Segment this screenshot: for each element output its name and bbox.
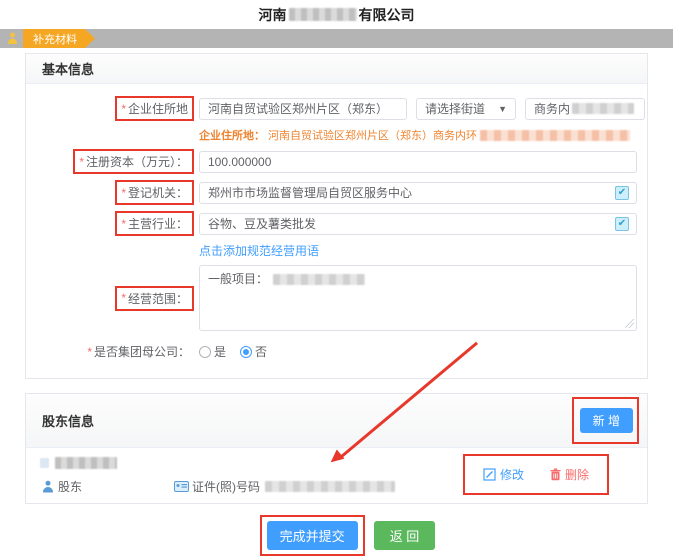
required-mark: * xyxy=(79,155,84,169)
footer-actions: 完成并提交 返 回 xyxy=(47,515,648,556)
add-shareholder-button[interactable]: 新 增 xyxy=(580,408,633,433)
tab-supplementary-materials[interactable]: 补充材料 xyxy=(23,29,95,48)
scope-row: * 经营范围： 一般项目： xyxy=(26,265,639,331)
required-mark: * xyxy=(87,345,92,359)
person-icon xyxy=(7,32,18,45)
industry-label: 主营行业： xyxy=(128,215,188,232)
annotation-box-authority: * 登记机关： xyxy=(115,180,194,205)
picker-check-icon[interactable]: ✔ xyxy=(615,186,629,200)
shareholder-panel: 股东信息 新 增 股东 证件(照)号码 xyxy=(25,393,648,504)
capital-value: 100.000000 xyxy=(208,155,271,169)
scope-textarea[interactable]: 一般项目： xyxy=(199,265,637,331)
scope-label: 经营范围： xyxy=(128,290,188,307)
group-label-box: * 是否集团母公司： xyxy=(83,341,194,362)
residence-address-prefix: 商务内 xyxy=(534,100,570,117)
redacted-company-name xyxy=(289,8,357,21)
trash-icon xyxy=(550,468,561,481)
residence-district-input[interactable]: 河南自贸试验区郑州片区（郑东） xyxy=(199,98,407,120)
annotation-box-scope: * 经营范围： xyxy=(115,286,194,311)
basic-info-title: 基本信息 xyxy=(42,59,94,78)
shareholder-row: 股东 证件(照)号码 修改 删除 xyxy=(26,448,647,503)
street-select[interactable]: 请选择街道 ▼ xyxy=(416,98,516,120)
submit-button[interactable]: 完成并提交 xyxy=(267,521,358,550)
industry-row: * 主营行业： 谷物、豆及薯类批发 ✔ xyxy=(26,211,639,236)
radio-yes-circle[interactable] xyxy=(199,346,211,358)
chevron-down-icon: ▼ xyxy=(498,104,507,114)
street-select-value: 请选择街道 xyxy=(425,100,485,117)
group-row: * 是否集团母公司： 是 否 xyxy=(26,341,639,362)
add-terms-link[interactable]: 点击添加规范经营用语 xyxy=(199,244,319,258)
annotation-box-industry: * 主营行业： xyxy=(115,211,194,236)
residence-helper-text: 企业住所地： 河南自贸试验区郑州片区（郑东）商务内环 xyxy=(199,127,639,143)
page-title-suffix: 有限公司 xyxy=(359,5,415,25)
group-label: 是否集团母公司： xyxy=(94,343,190,360)
residence-helper-label: 企业住所地： xyxy=(199,127,265,143)
authority-input[interactable]: 郑州市市场监督管理局自贸区服务中心 ✔ xyxy=(199,182,637,204)
basic-info-panel: 基本信息 * 企业住所地 河南自贸试验区郑州片区（郑东） 请选择街道 xyxy=(25,53,648,379)
annotation-box-residence: * 企业住所地 xyxy=(115,96,194,121)
redacted-mini-icon xyxy=(40,458,49,468)
delete-label: 删除 xyxy=(565,466,589,483)
required-mark: * xyxy=(121,102,126,116)
tab-label: 补充材料 xyxy=(33,31,77,47)
required-mark: * xyxy=(121,217,126,231)
capital-row: * 注册资本（万元）： 100.000000 xyxy=(26,149,639,174)
radio-no-circle[interactable] xyxy=(240,346,252,358)
redacted-cert-number xyxy=(265,481,395,492)
add-terms-line: 点击添加规范经营用语 xyxy=(199,242,639,259)
capital-label: 注册资本（万元）： xyxy=(86,153,188,170)
residence-helper-value: 河南自贸试验区郑州片区（郑东）商务内环 xyxy=(268,127,477,143)
basic-info-header: 基本信息 xyxy=(26,54,647,84)
shareholder-role: 股东 xyxy=(42,478,82,495)
residence-label: 企业住所地 xyxy=(128,100,188,117)
authority-value: 郑州市市场监督管理局自贸区服务中心 xyxy=(208,184,412,201)
redacted-shareholder-name xyxy=(55,457,117,469)
capital-input[interactable]: 100.000000 xyxy=(199,151,637,173)
radio-yes[interactable]: 是 xyxy=(199,343,226,360)
residence-district-value: 河南自贸试验区郑州片区（郑东） xyxy=(208,100,388,117)
redacted-scope xyxy=(273,274,365,285)
breadcrumb-bar: 补充材料 xyxy=(0,29,673,48)
page-title: 河南 有限公司 xyxy=(259,5,415,25)
basic-info-form: * 企业住所地 河南自贸试验区郑州片区（郑东） 请选择街道 ▼ 商务内 xyxy=(26,84,647,378)
required-mark: * xyxy=(121,291,126,305)
edit-pencil-icon xyxy=(483,468,496,481)
shareholder-role-label: 股东 xyxy=(58,478,82,495)
redacted-address xyxy=(572,103,634,114)
shareholder-person-icon xyxy=(42,480,54,493)
id-card-icon xyxy=(174,481,189,492)
scope-value-prefix: 一般项目： xyxy=(208,272,268,286)
shareholder-header: 股东信息 新 增 xyxy=(26,394,647,448)
shareholder-title: 股东信息 xyxy=(42,411,94,430)
back-button[interactable]: 返 回 xyxy=(374,521,436,550)
authority-label: 登记机关： xyxy=(128,184,188,201)
shareholder-cert: 证件(照)号码 xyxy=(174,478,395,495)
page-title-prefix: 河南 xyxy=(259,5,287,25)
annotation-box-actions: 修改 删除 xyxy=(463,454,609,495)
radio-no[interactable]: 否 xyxy=(240,343,267,360)
group-radio-group: 是 否 xyxy=(199,343,267,360)
residence-address-input[interactable]: 商务内 xyxy=(525,98,645,120)
picker-check-icon[interactable]: ✔ xyxy=(615,217,629,231)
edit-label: 修改 xyxy=(500,466,524,483)
industry-value: 谷物、豆及薯类批发 xyxy=(208,215,316,232)
shareholder-info-row: 股东 证件(照)号码 xyxy=(40,478,463,495)
industry-input[interactable]: 谷物、豆及薯类批发 ✔ xyxy=(199,213,637,235)
shareholder-name-row xyxy=(40,455,463,471)
edit-link[interactable]: 修改 xyxy=(483,466,524,483)
radio-no-label: 否 xyxy=(255,343,267,360)
annotation-box-submit: 完成并提交 xyxy=(260,515,365,556)
redacted-helper-address xyxy=(480,130,630,141)
annotation-box-add: 新 增 xyxy=(572,397,639,444)
window-titlebar: 河南 有限公司 xyxy=(0,0,673,29)
residence-row: * 企业住所地 河南自贸试验区郑州片区（郑东） 请选择街道 ▼ 商务内 xyxy=(26,96,639,121)
delete-link[interactable]: 删除 xyxy=(550,466,589,483)
radio-yes-label: 是 xyxy=(214,343,226,360)
cert-label: 证件(照)号码 xyxy=(192,478,260,495)
authority-row: * 登记机关： 郑州市市场监督管理局自贸区服务中心 ✔ xyxy=(26,180,639,205)
required-mark: * xyxy=(121,186,126,200)
annotation-box-capital: * 注册资本（万元）： xyxy=(73,149,194,174)
